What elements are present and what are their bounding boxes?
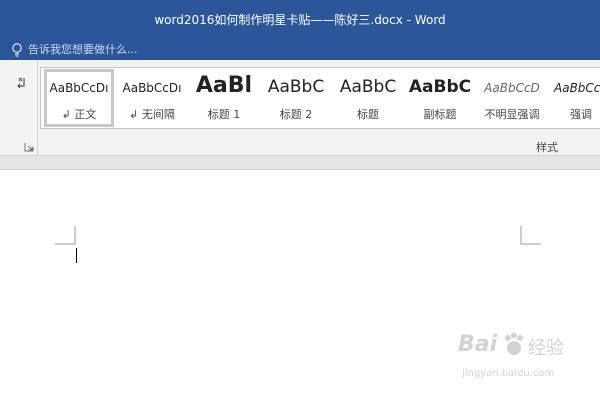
style-sample: AaBbC bbox=[408, 77, 472, 97]
crop-mark-top-right bbox=[520, 226, 541, 245]
watermark: Bai 经验 jingyan.baidu.com bbox=[458, 330, 578, 390]
style-sample: AaBbC bbox=[339, 77, 397, 97]
paragraph-mark-icon[interactable] bbox=[14, 76, 28, 90]
style-sample: AaBbCcDı bbox=[122, 81, 182, 95]
style-sample: AaBl bbox=[195, 73, 253, 98]
style-name: 标题 2 bbox=[279, 108, 313, 121]
style-name: 副标题 bbox=[423, 108, 457, 121]
title-bar: word2016如何制作明星卡贴——陈好三.docx - Word bbox=[0, 0, 600, 40]
style-sample: AaBbC bbox=[267, 77, 325, 97]
tell-me-input[interactable]: 告诉我您想要做什么... bbox=[28, 43, 138, 57]
lightbulb-icon bbox=[12, 43, 22, 57]
style-name: ↲ 正文 bbox=[61, 108, 97, 121]
style-emphasis[interactable]: AaBbCc 强调 bbox=[550, 69, 600, 127]
style-name: 标题 bbox=[357, 108, 379, 121]
style-sample: AaBbCc bbox=[554, 81, 600, 95]
paw-icon bbox=[505, 332, 523, 355]
style-normal[interactable]: AaBbCcDı ↲ 正文 bbox=[44, 69, 114, 127]
window-title: word2016如何制作明星卡贴——陈好三.docx - Word bbox=[154, 13, 446, 27]
watermark-brand: Bai bbox=[458, 332, 498, 357]
style-no-spacing[interactable]: AaBbCcDı ↲ 无间隔 bbox=[117, 69, 187, 127]
style-name: ↲ 无间隔 bbox=[129, 108, 175, 121]
watermark-url: jingyan.baidu.com bbox=[462, 368, 555, 379]
style-name: 强调 bbox=[570, 108, 592, 121]
watermark-suffix: 经验 bbox=[528, 338, 564, 359]
dialog-launcher-icon[interactable] bbox=[24, 142, 34, 152]
style-title[interactable]: AaBbC 标题 bbox=[334, 69, 402, 127]
style-subtle-emphasis[interactable]: AaBbCcD 不明显强调 bbox=[478, 69, 546, 127]
style-heading-2[interactable]: AaBbC 标题 2 bbox=[262, 69, 330, 127]
document-gap bbox=[0, 156, 600, 170]
style-name: 标题 1 bbox=[207, 108, 241, 121]
style-sample: AaBbCcDı bbox=[49, 81, 109, 95]
styles-group-label: 样式 bbox=[536, 141, 558, 154]
text-cursor bbox=[76, 248, 77, 263]
style-subtitle[interactable]: AaBbC 副标题 bbox=[406, 69, 474, 127]
style-name: 不明显强调 bbox=[484, 108, 540, 121]
style-sample: AaBbCcD bbox=[484, 81, 540, 95]
crop-mark-top-left bbox=[55, 226, 76, 245]
style-heading-1[interactable]: AaBl 标题 1 bbox=[190, 69, 258, 127]
